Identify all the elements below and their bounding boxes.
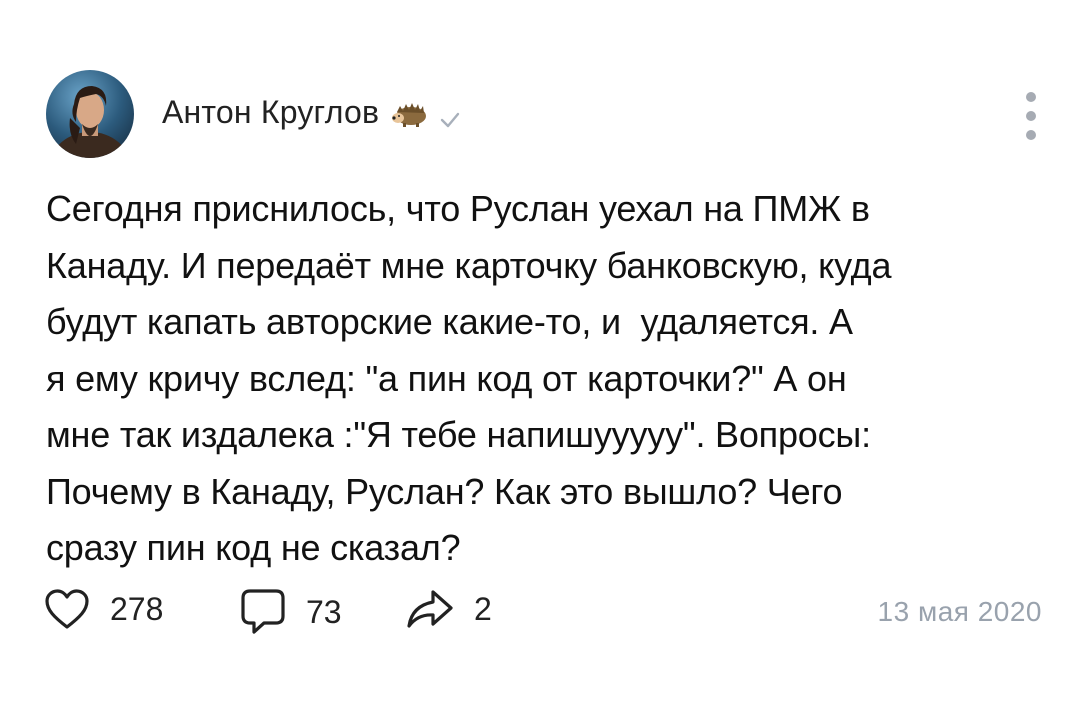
post-actions: 278 73 2 13 мая 2020 <box>44 588 1044 640</box>
like-button[interactable]: 278 <box>44 588 163 630</box>
avatar[interactable] <box>46 70 134 158</box>
heart-icon <box>45 589 89 629</box>
hedgehog-icon <box>391 99 429 127</box>
comment-button[interactable]: 73 <box>240 588 342 636</box>
post-header: Антон Круглов <box>46 70 1046 158</box>
share-icon <box>407 590 453 628</box>
post-text: Сегодня приснилось, что Руслан уехал на … <box>46 188 892 568</box>
post-date[interactable]: 13 мая 2020 <box>878 596 1042 628</box>
dot-icon <box>1026 130 1036 140</box>
avatar-image <box>51 86 129 158</box>
shares-count: 2 <box>474 590 492 627</box>
comments-count: 73 <box>306 593 342 630</box>
share-button[interactable]: 2 <box>406 588 492 630</box>
likes-count: 278 <box>110 590 164 627</box>
author-name[interactable]: Антон Круглов <box>162 94 379 131</box>
more-options-button[interactable] <box>1020 92 1042 140</box>
dot-icon <box>1026 111 1036 121</box>
checkmark-icon <box>439 102 461 127</box>
post-card: Антон Круглов Сегодня приснилось, что Ру… <box>0 0 1080 704</box>
dot-icon <box>1026 92 1036 102</box>
author-line: Антон Круглов <box>162 94 461 131</box>
comment-icon <box>241 589 285 634</box>
